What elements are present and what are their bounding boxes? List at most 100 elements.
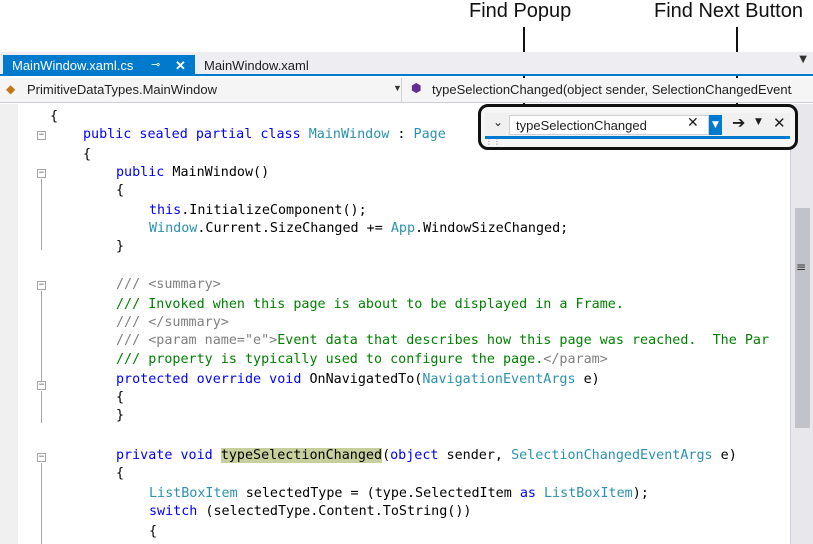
- clear-search-icon[interactable]: ✕: [687, 115, 699, 131]
- code-text: .WindowSizeChanged;: [415, 221, 569, 236]
- keyword: public: [116, 165, 165, 180]
- collapse-icon[interactable]: −: [37, 169, 46, 178]
- brace: {: [116, 390, 125, 405]
- code-line: switch (selectedType.Content.ToString()): [149, 502, 471, 522]
- code-line: /// <summary>: [116, 275, 221, 295]
- collapse-icon[interactable]: −: [37, 453, 46, 462]
- code-text: :: [389, 127, 414, 142]
- tab-mainwindow-xaml-cs[interactable]: MainWindow.xaml.cs ⊸ ✕: [3, 55, 195, 76]
- code-text: (: [382, 448, 391, 463]
- chevron-down-icon[interactable]: ▼: [393, 83, 402, 93]
- code-line: /// </summary>: [116, 313, 229, 333]
- code-text: .Current.SizeChanged +=: [197, 221, 391, 236]
- vertical-scrollbar[interactable]: ≡: [790, 104, 813, 544]
- navigation-bar: ◆ PrimitiveDataTypes.MainWindow ▼ ⬢ type…: [0, 78, 813, 103]
- pin-icon[interactable]: ⊸: [151, 55, 160, 76]
- brace: }: [116, 408, 125, 423]
- brace: {: [50, 109, 59, 124]
- collapse-icon[interactable]: −: [37, 381, 46, 390]
- editor-margin: [0, 104, 18, 544]
- code-line: public MainWindow(): [116, 163, 269, 183]
- brace: {: [116, 466, 125, 481]
- code-line: }: [116, 406, 124, 426]
- highlighted-match: typeSelectionChanged: [220, 448, 383, 463]
- doc-comment-slashes: ///: [116, 333, 141, 348]
- doc-comment-slashes: ///: [116, 277, 141, 292]
- type-name: App: [390, 221, 416, 236]
- type-name: ListBoxItem: [544, 486, 633, 501]
- class-selector-value: PrimitiveDataTypes.MainWindow: [27, 82, 218, 97]
- tab-label: MainWindow.xaml: [204, 58, 309, 73]
- doc-comment-tag: </param>: [543, 352, 608, 367]
- collapse-icon[interactable]: −: [37, 281, 46, 290]
- code-line: /// property is typically used to config…: [116, 350, 608, 370]
- fold-guide-line: [41, 179, 42, 250]
- code-text: MainWindow(): [164, 165, 270, 180]
- keyword: this: [149, 203, 182, 218]
- keyword: switch: [149, 504, 198, 519]
- doc-comment-tag: </summary>: [140, 315, 229, 330]
- type-name: ListBoxItem: [149, 486, 238, 501]
- find-control: ⌄ ✕ ▼ ➔ ▼ ✕: [485, 113, 790, 139]
- resize-grip-icon[interactable]: ⋮⋮: [485, 137, 501, 146]
- keyword: protected override void: [116, 372, 302, 387]
- find-popup-callout: Find Popup: [469, 0, 572, 22]
- document-tab-bar: MainWindow.xaml.cs ⊸ ✕ MainWindow.xaml ▼: [0, 52, 813, 76]
- type-name: Window: [149, 221, 198, 236]
- tab-mainwindow-xaml[interactable]: MainWindow.xaml: [195, 55, 345, 76]
- keyword: public sealed partial class: [83, 127, 301, 142]
- code-text: e): [575, 372, 600, 387]
- chevron-down-icon[interactable]: ▼: [755, 117, 762, 127]
- type-name: SelectionChangedEventArgs: [511, 448, 713, 463]
- scrollbar-thumb[interactable]: [795, 208, 810, 428]
- comment-text: /// Invoked when this page is about to b…: [116, 297, 624, 312]
- code-line: protected override void OnNavigatedTo(Na…: [116, 370, 600, 390]
- code-line: {: [149, 522, 157, 542]
- code-line: ListBoxItem selectedType = (type.Selecte…: [149, 484, 649, 504]
- fold-guide-line: [41, 391, 42, 423]
- method-icon: ⬢: [411, 81, 422, 95]
- collapse-icon[interactable]: −: [37, 131, 46, 140]
- search-options-dropdown[interactable]: ▼: [709, 115, 722, 135]
- code-line: {: [50, 107, 58, 127]
- type-name: NavigationEventArgs: [422, 372, 576, 387]
- doc-comment-tag: <summary>: [140, 277, 221, 292]
- code-editor[interactable]: − − − − − { public sealed partial class …: [0, 104, 813, 544]
- find-input[interactable]: [509, 115, 709, 135]
- find-popup: ⌄ ✕ ▼ ➔ ▼ ✕ ⋮⋮: [478, 104, 798, 150]
- scrollbar-grip-icon: ≡: [796, 260, 807, 274]
- code-text: e): [712, 448, 737, 463]
- tab-label: MainWindow.xaml.cs: [12, 58, 134, 73]
- close-find-button[interactable]: ✕: [773, 114, 786, 132]
- code-line: public sealed partial class MainWindow :…: [83, 125, 446, 145]
- doc-comment-slashes: ///: [116, 315, 141, 330]
- member-selector-value[interactable]: typeSelectionChanged(object sender, Sele…: [432, 82, 792, 97]
- close-icon[interactable]: ✕: [175, 55, 186, 76]
- brace: }: [116, 239, 125, 254]
- code-text: sender,: [438, 448, 512, 463]
- code-text: selectedType = (type.SelectedItem: [237, 486, 520, 501]
- chevron-down-icon[interactable]: ▼: [799, 54, 807, 65]
- fold-guide-line: [41, 291, 42, 384]
- code-text: .InitializeComponent();: [181, 203, 367, 218]
- code-line: {: [116, 181, 124, 201]
- keyword: as: [519, 486, 536, 501]
- code-line: Window.Current.SizeChanged += App.Window…: [149, 219, 568, 239]
- code-line: /// <param name="e">Event data that desc…: [116, 331, 790, 351]
- keyword: private void: [116, 448, 213, 463]
- code-line: private void typeSelectionChanged(object…: [116, 446, 737, 466]
- code-text: );: [632, 486, 649, 501]
- type-name: MainWindow: [308, 127, 390, 142]
- code-line: {: [116, 464, 124, 484]
- expand-replace-icon[interactable]: ⌄: [493, 115, 503, 129]
- class-selector-dropdown[interactable]: ◆ PrimitiveDataTypes.MainWindow ▼: [0, 78, 402, 102]
- doc-comment-tag: <param name="e">: [140, 333, 278, 348]
- type-name: Page: [413, 127, 446, 142]
- comment-text: Event data that describes how this page …: [277, 333, 770, 348]
- code-text: (selectedType.Content.ToString()): [197, 504, 472, 519]
- find-next-button[interactable]: ➔: [732, 113, 745, 132]
- code-text: OnNavigatedTo(: [301, 372, 423, 387]
- code-line: /// Invoked when this page is about to b…: [116, 295, 624, 315]
